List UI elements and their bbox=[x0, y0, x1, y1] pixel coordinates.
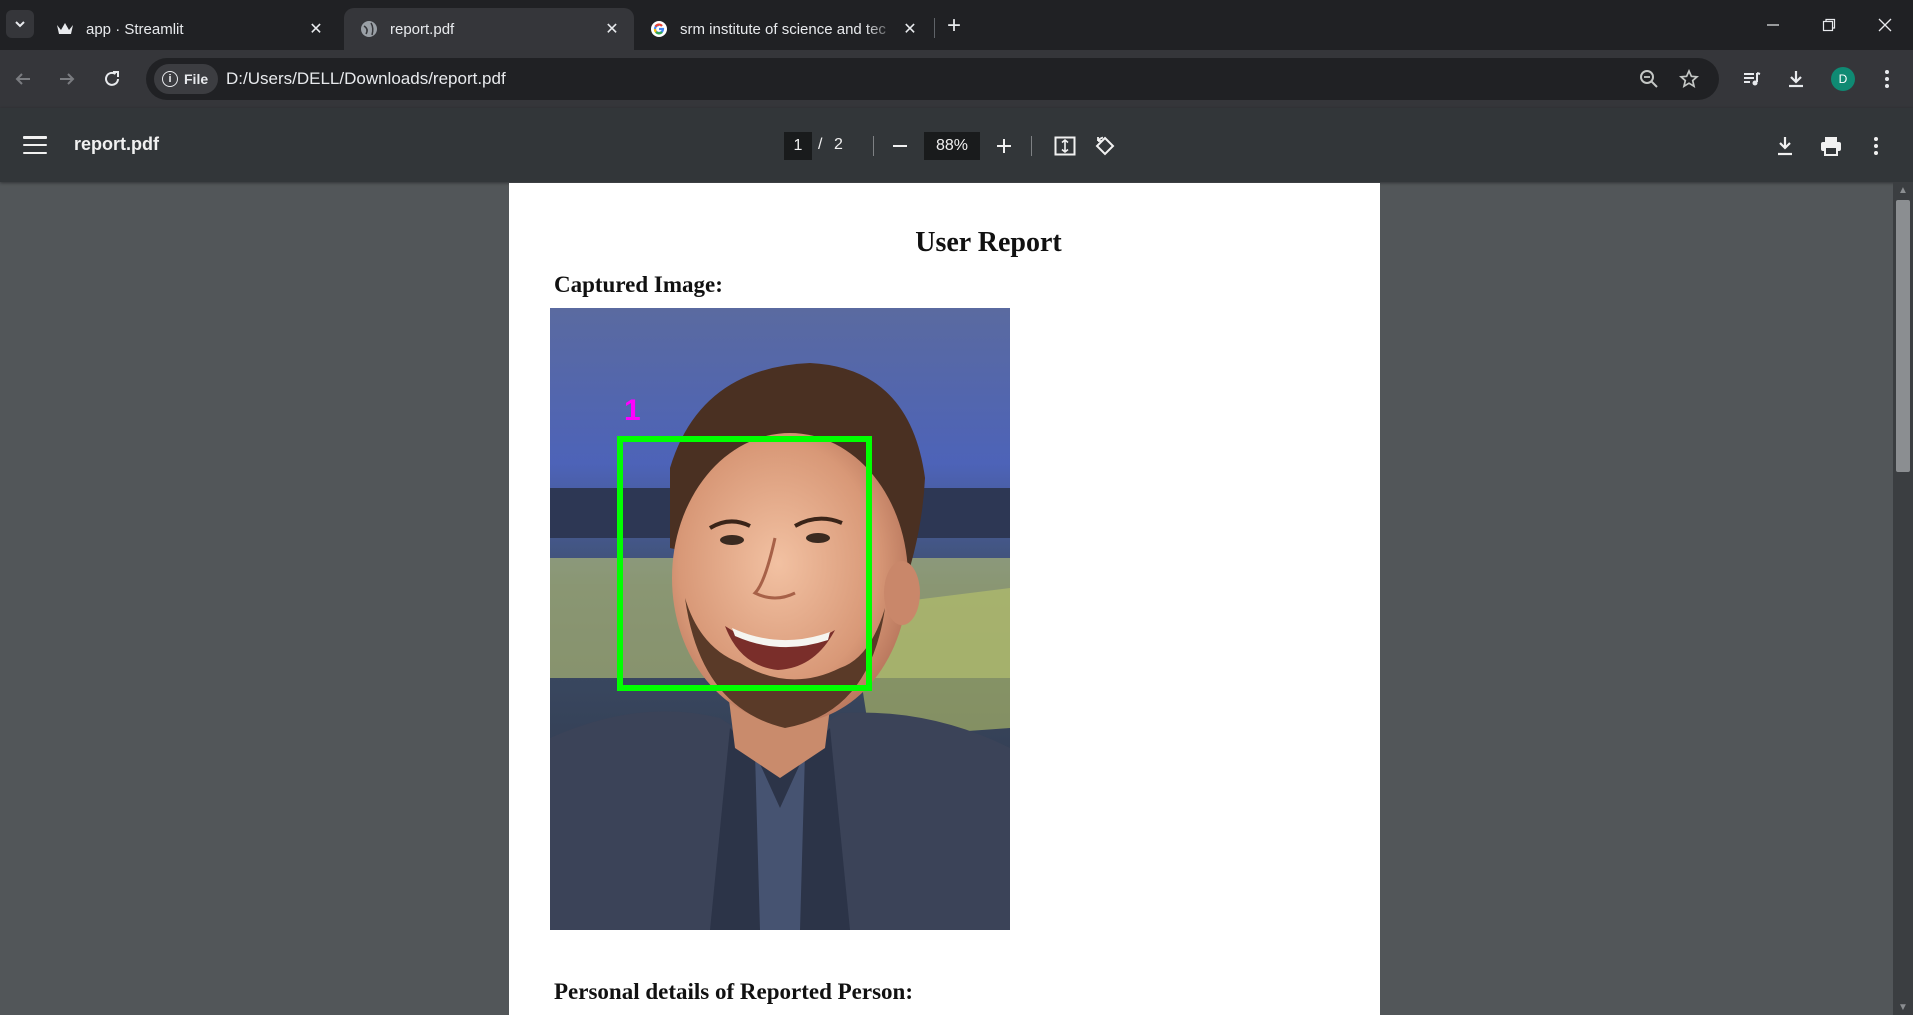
scroll-up-arrow[interactable]: ▲ bbox=[1896, 184, 1910, 196]
close-tab-icon[interactable]: ✕ bbox=[600, 17, 624, 41]
reload-button[interactable] bbox=[95, 62, 129, 96]
plus-icon bbox=[997, 139, 1011, 153]
pdf-page: User Report Captured Image: 1 Personal d… bbox=[509, 183, 1380, 1015]
tab-streamlit[interactable]: app · Streamlit ✕ bbox=[40, 8, 338, 50]
sidebar-menu-icon[interactable] bbox=[20, 132, 50, 158]
print-button[interactable] bbox=[1815, 130, 1847, 162]
more-vert-icon bbox=[1885, 70, 1889, 88]
personal-details-label: Personal details of Reported Person: bbox=[554, 979, 913, 1004]
pdf-file-name: report.pdf bbox=[74, 134, 159, 154]
google-g-icon bbox=[650, 20, 668, 38]
streamlit-crown-icon bbox=[56, 20, 74, 38]
chevron-down-icon bbox=[15, 21, 25, 28]
download-icon bbox=[1778, 137, 1792, 156]
tab-search-button[interactable] bbox=[6, 10, 34, 38]
tab-title: app · Streamlit bbox=[86, 20, 184, 38]
browser-toolbar: i File D:/Users/DELL/Downloads/report.pd… bbox=[0, 50, 1913, 108]
tab-google-search[interactable]: srm institute of science and tec ✕ bbox=[634, 8, 932, 50]
minus-icon bbox=[893, 145, 907, 147]
tab-report-pdf[interactable]: report.pdf ✕ bbox=[344, 8, 634, 50]
url-text[interactable]: D:/Users/DELL/Downloads/report.pdf bbox=[226, 69, 506, 89]
print-icon bbox=[1821, 137, 1841, 156]
fit-page-icon bbox=[1054, 136, 1076, 156]
close-icon bbox=[1878, 18, 1892, 32]
restore-button[interactable] bbox=[1801, 0, 1857, 50]
avatar: D bbox=[1831, 67, 1855, 91]
info-icon: i bbox=[162, 71, 178, 87]
close-tab-icon[interactable]: ✕ bbox=[898, 17, 922, 41]
zoom-in-button[interactable] bbox=[990, 132, 1018, 160]
media-controls-button[interactable] bbox=[1735, 62, 1769, 96]
face-index-label: 1 bbox=[624, 394, 641, 427]
new-tab-button[interactable]: + bbox=[940, 12, 968, 40]
close-window-button[interactable] bbox=[1857, 0, 1913, 50]
page-number-input[interactable]: 1 bbox=[784, 132, 812, 160]
restore-icon bbox=[1822, 18, 1836, 32]
fit-to-page-button[interactable] bbox=[1049, 130, 1081, 162]
playlist-icon bbox=[1744, 72, 1761, 86]
tab-strip: app · Streamlit ✕ report.pdf ✕ srm insti… bbox=[0, 0, 1913, 50]
zoom-out-button[interactable] bbox=[886, 132, 914, 160]
zoom-level-input[interactable]: 88% bbox=[924, 132, 980, 160]
close-tab-icon[interactable]: ✕ bbox=[304, 17, 328, 41]
arrow-right-icon bbox=[60, 73, 75, 85]
tab-title: report.pdf bbox=[390, 20, 455, 38]
page-total: 2 bbox=[834, 136, 843, 153]
more-vert-icon bbox=[1874, 137, 1878, 155]
download-icon bbox=[1789, 71, 1803, 88]
page-separator: / bbox=[818, 136, 823, 153]
profile-button[interactable]: D bbox=[1826, 62, 1860, 96]
captured-image-label: Captured Image: bbox=[554, 272, 723, 297]
chip-label: File bbox=[184, 71, 209, 87]
forward-button[interactable] bbox=[50, 62, 84, 96]
site-info-chip[interactable]: i File bbox=[154, 64, 219, 94]
bookmark-star-icon[interactable] bbox=[1676, 66, 1702, 92]
arrow-left-icon bbox=[15, 73, 30, 85]
document-title: User Report bbox=[915, 227, 1062, 258]
captured-face-image: 1 bbox=[550, 308, 1010, 930]
scroll-down-arrow[interactable]: ▼ bbox=[1896, 1001, 1910, 1013]
rotate-icon bbox=[1095, 136, 1115, 156]
pdf-toolbar: report.pdf 1 / 2 88% bbox=[0, 108, 1913, 182]
browser-menu-button[interactable] bbox=[1870, 62, 1904, 96]
minimize-button[interactable] bbox=[1745, 0, 1801, 50]
pdf-more-options-button[interactable] bbox=[1860, 130, 1892, 162]
divider bbox=[1031, 136, 1032, 156]
reload-icon bbox=[105, 71, 119, 86]
minimize-icon bbox=[1767, 24, 1779, 26]
rotate-button[interactable] bbox=[1089, 130, 1121, 162]
globe-icon bbox=[360, 20, 378, 38]
divider bbox=[873, 136, 874, 156]
tab-title: srm institute of science and tec bbox=[680, 20, 886, 38]
address-bar[interactable]: i File D:/Users/DELL/Downloads/report.pd… bbox=[146, 58, 1719, 100]
zoom-indicator-icon[interactable] bbox=[1636, 66, 1662, 92]
download-pdf-button[interactable] bbox=[1769, 130, 1801, 162]
back-button[interactable] bbox=[6, 62, 40, 96]
tab-separator bbox=[934, 18, 935, 38]
scrollbar-thumb[interactable] bbox=[1896, 200, 1910, 472]
downloads-button[interactable] bbox=[1779, 62, 1813, 96]
